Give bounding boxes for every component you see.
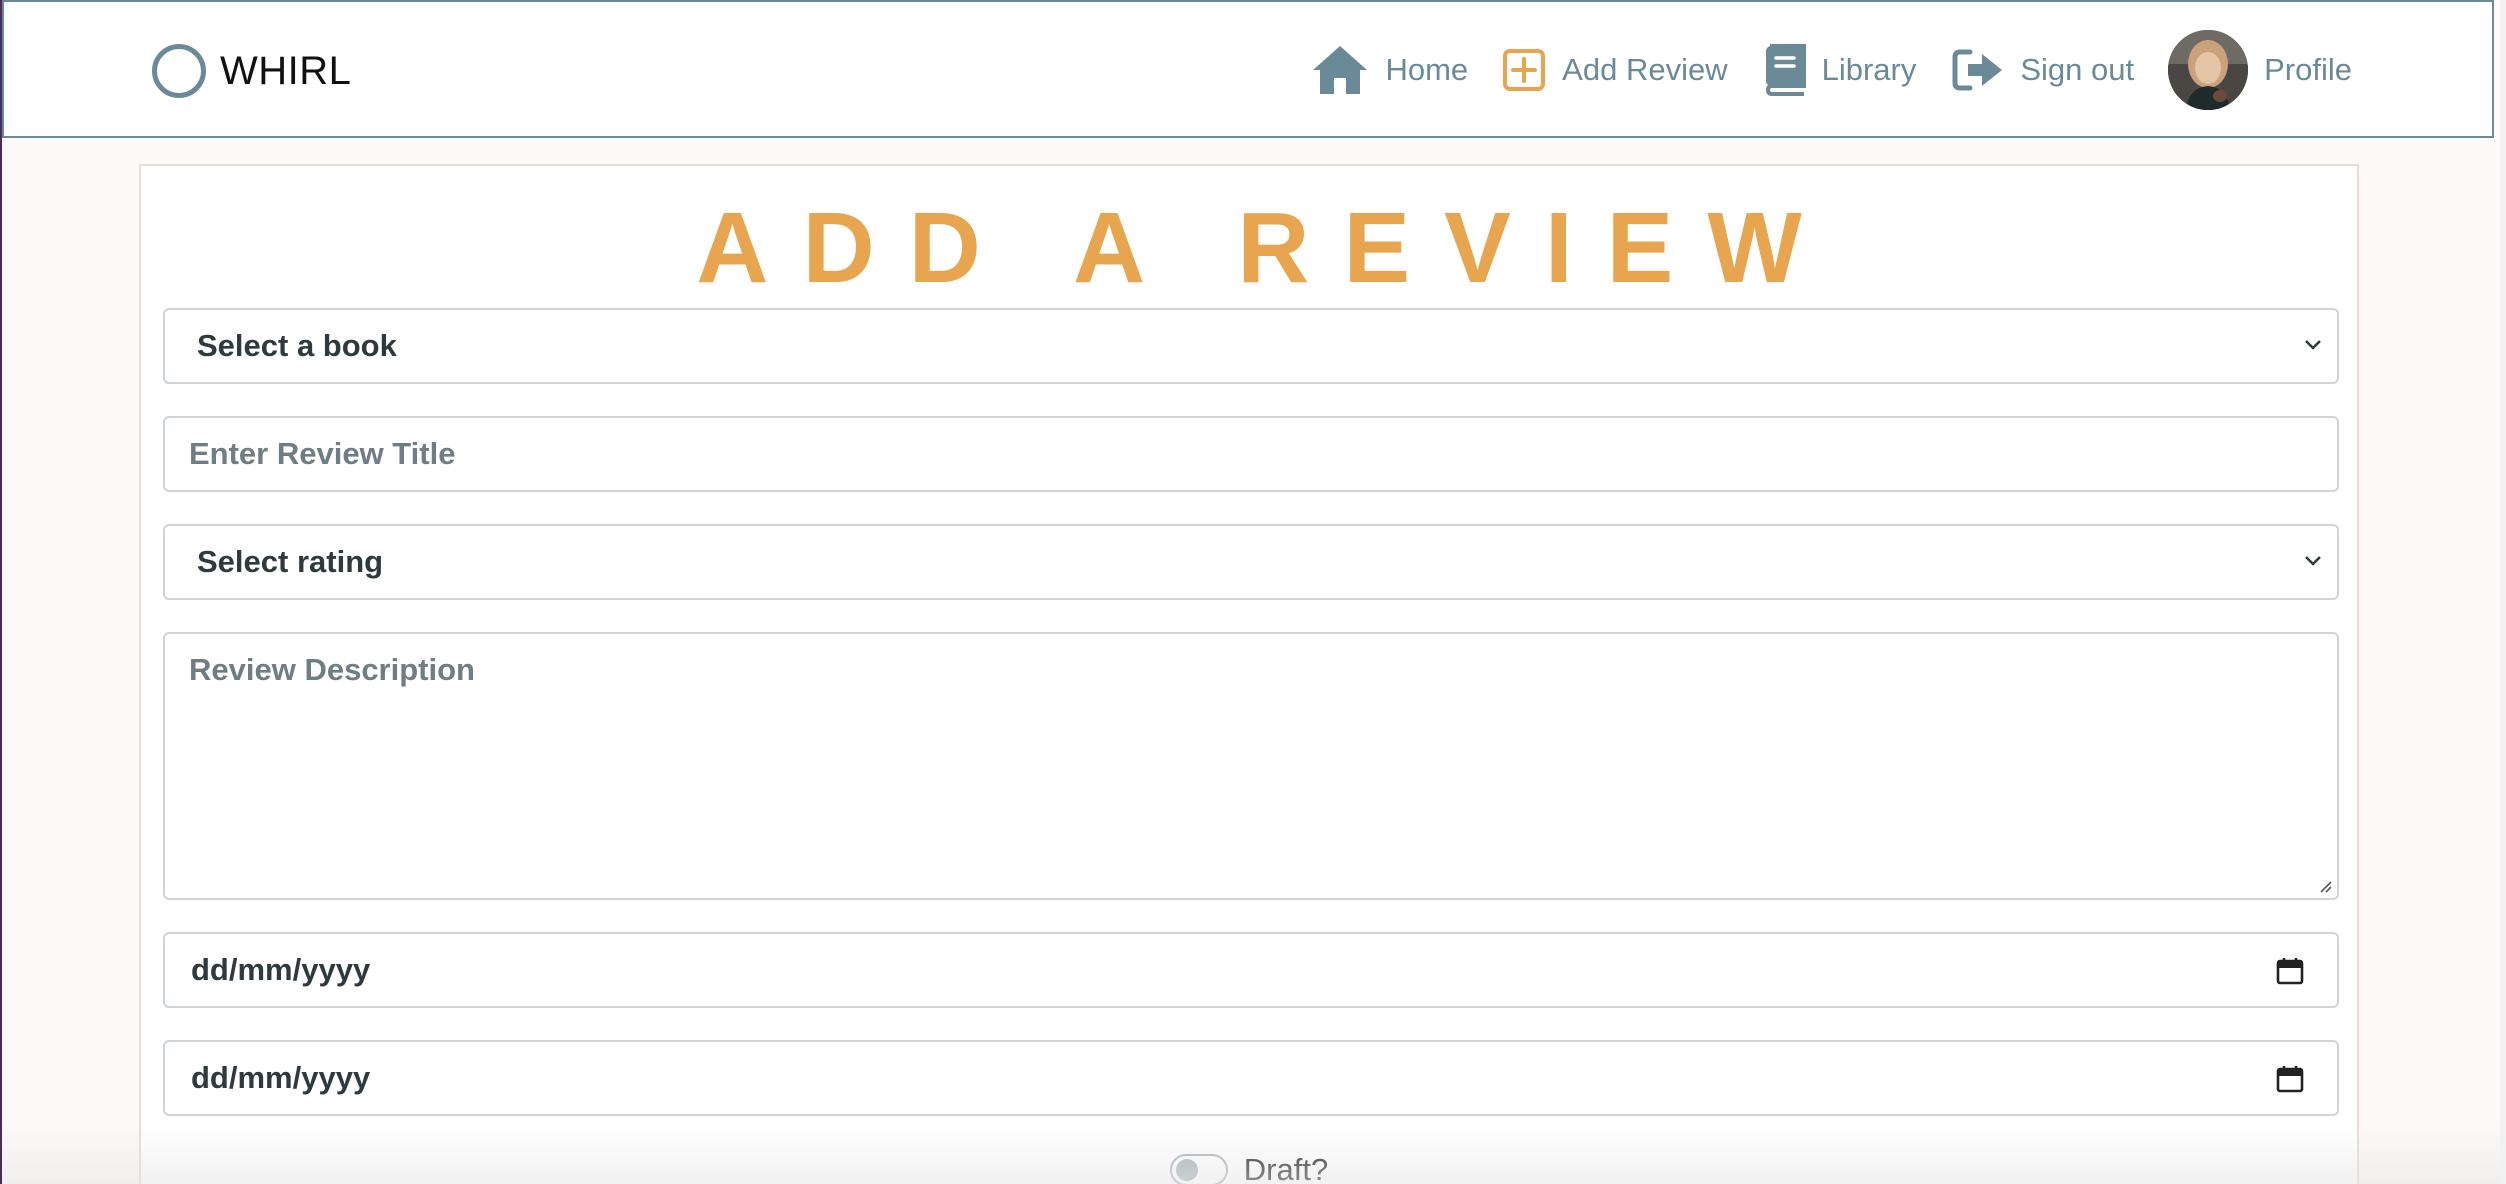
- app-viewport: WHIRL Home Add Review Library Sign out P…: [0, 0, 2500, 1184]
- chevron-down-icon: [2305, 556, 2321, 566]
- rating-select-value: Select rating: [197, 544, 384, 579]
- review-title-placeholder: Enter Review Title: [189, 436, 456, 471]
- end-date-placeholder: dd/mm/yyyy: [191, 1060, 371, 1095]
- home-icon: [1313, 46, 1368, 94]
- rating-select[interactable]: Select rating: [163, 524, 2339, 600]
- window-scrollbar[interactable]: [2500, 0, 2506, 1184]
- main-nav: Home Add Review Library Sign out Profile: [1277, 26, 2352, 114]
- draft-row: Draft?: [141, 1146, 2357, 1184]
- nav-sign-out-label: Sign out: [2020, 52, 2135, 87]
- review-description-textarea[interactable]: Review Description: [163, 632, 2339, 900]
- whirl-ring-icon: [152, 44, 206, 98]
- brand-logo[interactable]: WHIRL: [152, 40, 351, 102]
- profile-photo: [2168, 30, 2249, 110]
- nav-library[interactable]: Library: [1762, 44, 1917, 96]
- page-title: ADD A REVIEW: [696, 192, 1836, 304]
- nav-add-review-label: Add Review: [1562, 52, 1728, 87]
- review-title-input[interactable]: Enter Review Title: [163, 416, 2339, 492]
- nav-sign-out[interactable]: Sign out: [1950, 46, 2134, 94]
- sign-out-icon: [1952, 49, 2003, 91]
- brand-name: WHIRL: [220, 48, 352, 93]
- review-description-placeholder: Review Description: [189, 652, 475, 687]
- plus-square-icon: [1503, 49, 1546, 91]
- book-select[interactable]: Select a book: [163, 308, 2339, 384]
- book-icon: [1765, 44, 1806, 96]
- toggle-knob: [1175, 1159, 1198, 1181]
- draft-label: Draft?: [1243, 1152, 1329, 1184]
- start-date-input[interactable]: dd/mm/yyyy: [163, 932, 2339, 1008]
- resize-grip-icon[interactable]: [2315, 876, 2333, 894]
- start-date-placeholder: dd/mm/yyyy: [191, 952, 371, 987]
- calendar-icon[interactable]: [2275, 956, 2305, 986]
- calendar-icon[interactable]: [2275, 1064, 2305, 1094]
- add-review-card: ADD A REVIEW Select a book Enter Review …: [139, 164, 2359, 1184]
- nav-library-label: Library: [1821, 52, 1917, 87]
- chevron-down-icon: [2305, 340, 2321, 350]
- navbar: WHIRL Home Add Review Library Sign out P…: [2, 0, 2494, 138]
- avatar: [2168, 30, 2249, 110]
- book-select-value: Select a book: [197, 328, 397, 363]
- nav-profile-label: Profile: [2264, 52, 2352, 87]
- nav-profile[interactable]: Profile: [2168, 30, 2352, 110]
- nav-add-review[interactable]: Add Review: [1502, 48, 1728, 92]
- nav-home[interactable]: Home: [1311, 44, 1468, 96]
- nav-home-label: Home: [1385, 52, 1469, 87]
- draft-toggle[interactable]: [1169, 1154, 1228, 1184]
- end-date-input[interactable]: dd/mm/yyyy: [163, 1040, 2339, 1116]
